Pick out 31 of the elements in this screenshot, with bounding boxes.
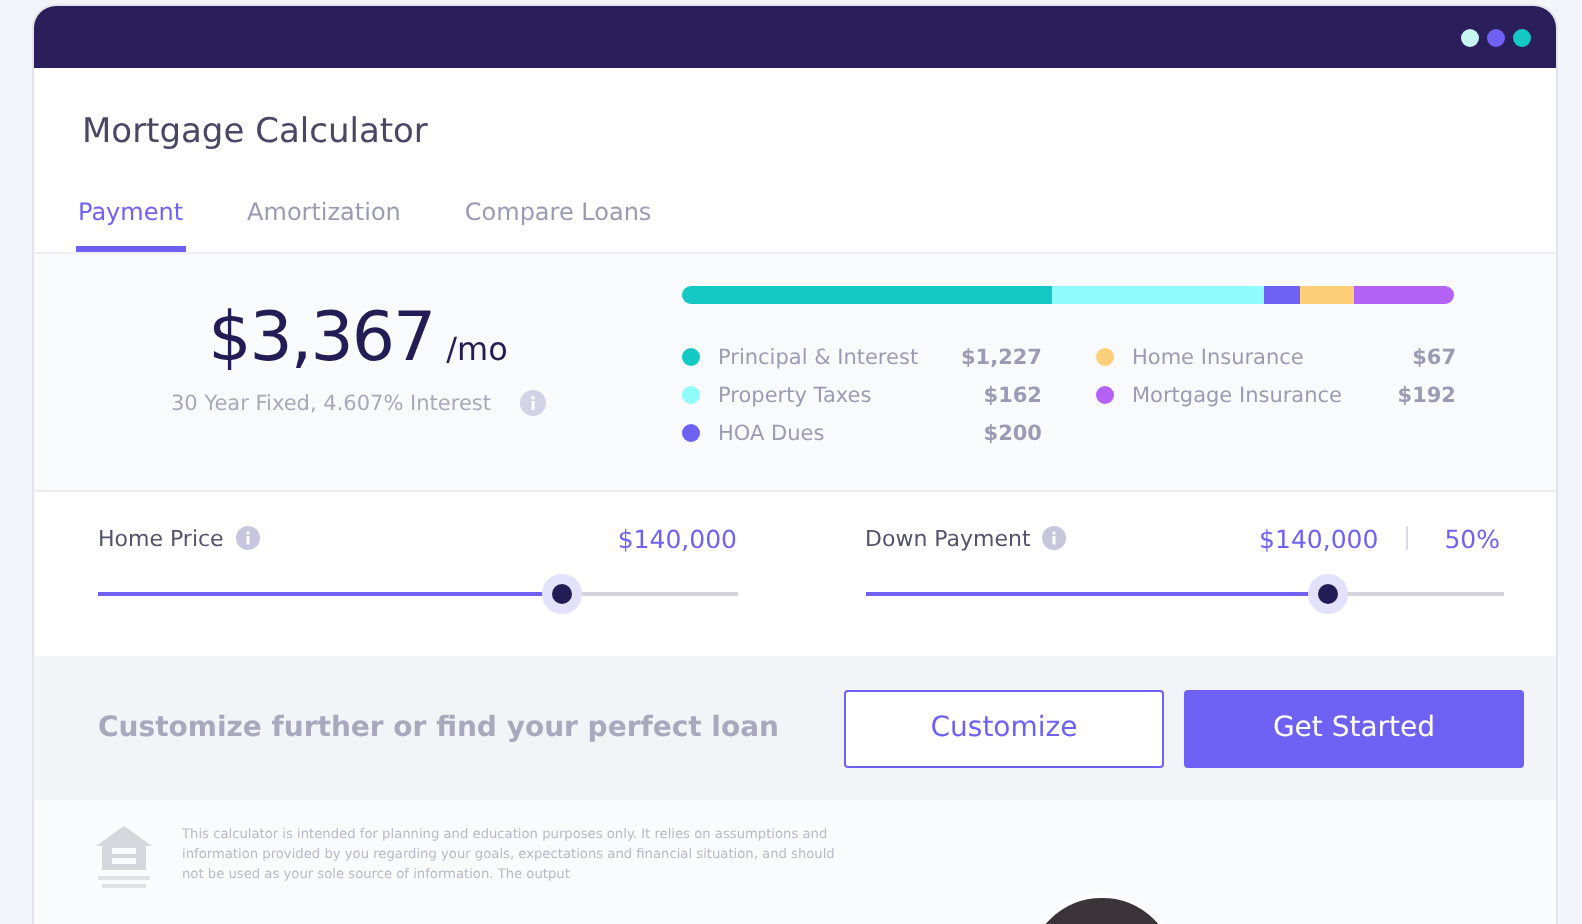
tab[interactable]: Compare Loans (462, 186, 654, 252)
get-started-button[interactable]: Get Started (1184, 689, 1524, 767)
loan-detail: 30 Year Fixed, 4.607% Interest (171, 391, 491, 415)
slider-value: $140,000 (617, 523, 737, 553)
legend-value: $162 (983, 383, 1042, 407)
legend-value: $200 (983, 421, 1042, 445)
slider-label: Home Price (98, 525, 224, 551)
legend-value: $1,227 (960, 345, 1042, 369)
customize-button[interactable]: Customize (844, 689, 1164, 767)
legend-value: $192 (1397, 383, 1456, 407)
tab[interactable]: Amortization (245, 186, 403, 252)
window-dots-icon (1460, 27, 1532, 47)
cta-text: Customize further or find your perfect loan (98, 712, 782, 744)
legend-label: HOA Dues (718, 421, 827, 445)
slider-thumb[interactable] (1308, 574, 1349, 614)
slider-percent: 50% (1444, 523, 1500, 553)
payment-unit: /mo (446, 330, 508, 368)
info-icon[interactable] (235, 526, 260, 550)
legend-label: Mortgage Insurance (1132, 383, 1344, 407)
legend-label: Property Taxes (718, 383, 874, 407)
calculator-title: Mortgage Calculator (80, 110, 430, 148)
info-icon[interactable] (519, 390, 545, 416)
legend-label: Principal & Interest (718, 345, 921, 369)
monthly-payment: $3,367 (208, 298, 435, 378)
equal-housing-icon (94, 824, 154, 888)
legend-value: $67 (1412, 345, 1456, 369)
slider-label: Down Payment (865, 525, 1031, 551)
slider-thumb[interactable] (541, 574, 582, 614)
slider-value: $140,000 (1259, 523, 1379, 553)
legend-label: Home Insurance (1132, 345, 1306, 369)
info-icon[interactable] (1042, 526, 1067, 550)
